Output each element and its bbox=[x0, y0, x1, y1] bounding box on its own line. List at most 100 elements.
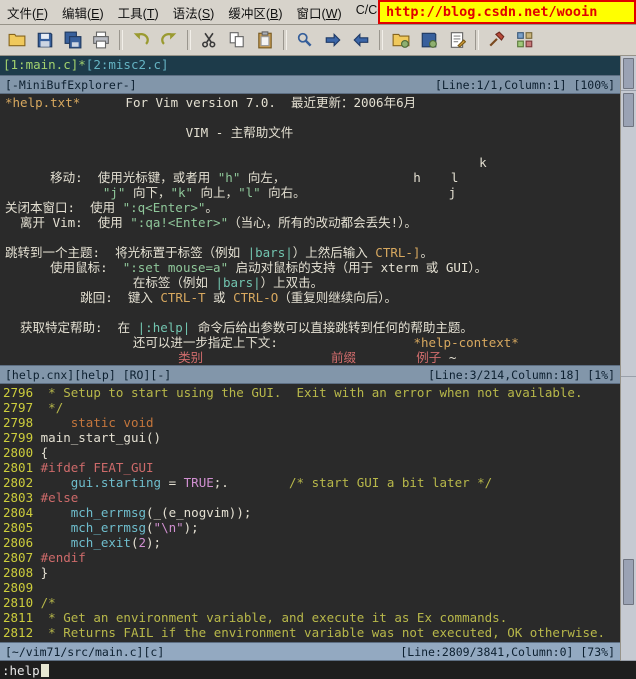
syntax-hdr: 前缀 bbox=[331, 350, 356, 365]
syntax-n: 向右。 j bbox=[261, 185, 457, 200]
syntax-tag: *help.txt* bbox=[5, 95, 80, 110]
syntax-com: * Setup to start using the GUI. Exit wit… bbox=[41, 385, 583, 400]
open-button[interactable] bbox=[4, 27, 30, 53]
cut-icon bbox=[200, 31, 218, 49]
syntax-key: CTRL-O bbox=[233, 290, 278, 305]
line-number: 2807 bbox=[3, 550, 41, 565]
menu-item-3[interactable]: 语法(S) bbox=[166, 0, 222, 25]
save-all-icon bbox=[64, 31, 82, 49]
line-number: 2811 bbox=[3, 610, 41, 625]
syntax-n: 向下， bbox=[125, 185, 170, 200]
syntax-n bbox=[41, 505, 71, 520]
redo-button[interactable] bbox=[156, 27, 182, 53]
find-replace-button[interactable] bbox=[292, 27, 318, 53]
syntax-com: */ bbox=[41, 400, 64, 415]
syntax-n: 关闭本窗口: 使用 bbox=[5, 200, 123, 215]
scrollbar-help[interactable] bbox=[621, 91, 636, 377]
menubar: 文件(F)编辑(E)工具(T)语法(S)缓冲区(B)窗口(W)C/C++帮 ht… bbox=[0, 0, 636, 25]
main-status-position: [Line:2809/3841,Column:0] [73%] bbox=[400, 645, 615, 659]
help-window[interactable]: *help.txt* For Vim version 7.0. 最近更新：200… bbox=[0, 94, 620, 365]
save-session-button[interactable] bbox=[416, 27, 442, 53]
main-status-name: [~/vim71/src/main.c][c] bbox=[5, 645, 164, 659]
main-statusline: [~/vim71/src/main.c][c] [Line:2809/3841,… bbox=[0, 642, 620, 661]
line-number: 2798 bbox=[3, 415, 41, 430]
minibuf-explorer[interactable]: [1:main.c]*[2:misc2.c] bbox=[0, 56, 620, 75]
line-number: 2809 bbox=[3, 580, 41, 595]
scrollbar[interactable] bbox=[620, 56, 636, 661]
scrollbar-minibuf[interactable] bbox=[621, 56, 636, 91]
syntax-pre: #endif bbox=[41, 550, 86, 565]
line-number: 2800 bbox=[3, 445, 41, 460]
line-number: 2812 bbox=[3, 625, 41, 640]
text-cursor bbox=[41, 664, 49, 677]
syntax-id: mch_exit bbox=[71, 535, 131, 550]
menu-item-2[interactable]: 工具(T) bbox=[111, 0, 166, 25]
syntax-pre: #else bbox=[41, 490, 79, 505]
save-session-icon bbox=[420, 31, 438, 49]
syntax-bufcur: [1:main.c]* bbox=[3, 57, 86, 72]
syntax-com: * Get an environment variable, and execu… bbox=[41, 610, 508, 625]
scrollbar-code[interactable] bbox=[621, 377, 636, 661]
tag-jump-button[interactable] bbox=[512, 27, 538, 53]
cut-button[interactable] bbox=[196, 27, 222, 53]
load-session-button[interactable] bbox=[388, 27, 414, 53]
syntax-q: "j" bbox=[103, 185, 126, 200]
syntax-n: 启动对鼠标的支持（用于 xterm 或 GUI）。 bbox=[228, 260, 487, 275]
syntax-com: /* bbox=[41, 595, 56, 610]
ad-banner[interactable]: http://blog.csdn.net/wooin bbox=[378, 0, 636, 24]
syntax-n: ）上双击。 bbox=[261, 275, 324, 290]
make-icon bbox=[488, 31, 506, 49]
help-statusline: [help.cnx][help] [RO][-] [Line:3/214,Col… bbox=[0, 365, 620, 384]
find-replace-icon bbox=[296, 31, 314, 49]
paste-button[interactable] bbox=[252, 27, 278, 53]
syntax-n bbox=[41, 535, 71, 550]
menu-item-0[interactable]: 文件(F) bbox=[0, 0, 55, 25]
line-number: 2796 bbox=[3, 385, 41, 400]
syntax-q: ":set mouse=a" bbox=[123, 260, 228, 275]
scrollbar-thumb-help[interactable] bbox=[623, 93, 634, 127]
syntax-n: For Vim version 7.0. 最近更新：2006年6月 bbox=[80, 95, 416, 110]
menu-item-1[interactable]: 编辑(E) bbox=[55, 0, 111, 25]
syntax-com: /* start GUI a bit later */ bbox=[289, 475, 492, 490]
toolbar-separator bbox=[119, 30, 123, 50]
menu-item-5[interactable]: 窗口(W) bbox=[290, 0, 349, 25]
syntax-id: gui.starting bbox=[71, 475, 161, 490]
find-next-button[interactable] bbox=[320, 27, 346, 53]
copy-button[interactable] bbox=[224, 27, 250, 53]
line-number: 2808 bbox=[3, 565, 41, 580]
line-number: 2802 bbox=[3, 475, 41, 490]
syntax-link: |bars| bbox=[248, 245, 293, 260]
save-button[interactable] bbox=[32, 27, 58, 53]
toolbar-separator bbox=[379, 30, 383, 50]
help-status-name: [help.cnx][help] [RO][-] bbox=[5, 368, 171, 382]
line-number: 2803 bbox=[3, 490, 41, 505]
syntax-id: mch_errmsg bbox=[71, 505, 146, 520]
tag-jump-icon bbox=[516, 31, 534, 49]
scrollbar-thumb-minibuf[interactable] bbox=[623, 58, 634, 89]
toolbar bbox=[0, 25, 636, 56]
command-text: :help bbox=[2, 663, 40, 678]
save-all-button[interactable] bbox=[60, 27, 86, 53]
editor-column: [1:main.c]*[2:misc2.c] [-MiniBufExplorer… bbox=[0, 56, 620, 661]
syntax-n: (_(e_nogvim)); bbox=[146, 505, 251, 520]
syntax-n: = bbox=[161, 475, 184, 490]
scrollbar-thumb-code[interactable] bbox=[623, 559, 634, 605]
syntax-q: "k" bbox=[170, 185, 193, 200]
syntax-n: VIM - 主帮助文件 bbox=[5, 125, 293, 140]
make-button[interactable] bbox=[484, 27, 510, 53]
syntax-n bbox=[5, 350, 178, 365]
run-script-button[interactable] bbox=[444, 27, 470, 53]
copy-icon bbox=[228, 31, 246, 49]
syntax-n: ;. bbox=[214, 475, 289, 490]
load-session-icon bbox=[392, 31, 410, 49]
command-line[interactable]: :help bbox=[0, 661, 636, 679]
toolbar-separator bbox=[475, 30, 479, 50]
code-window[interactable]: 2796 * Setup to start using the GUI. Exi… bbox=[0, 384, 620, 642]
syntax-link: |bars| bbox=[215, 275, 260, 290]
menu-item-4[interactable]: 缓冲区(B) bbox=[221, 0, 289, 25]
print-button[interactable] bbox=[88, 27, 114, 53]
syntax-n: 使用鼠标: bbox=[5, 260, 123, 275]
syntax-n: ); bbox=[146, 535, 161, 550]
undo-button[interactable] bbox=[128, 27, 154, 53]
find-prev-button[interactable] bbox=[348, 27, 374, 53]
